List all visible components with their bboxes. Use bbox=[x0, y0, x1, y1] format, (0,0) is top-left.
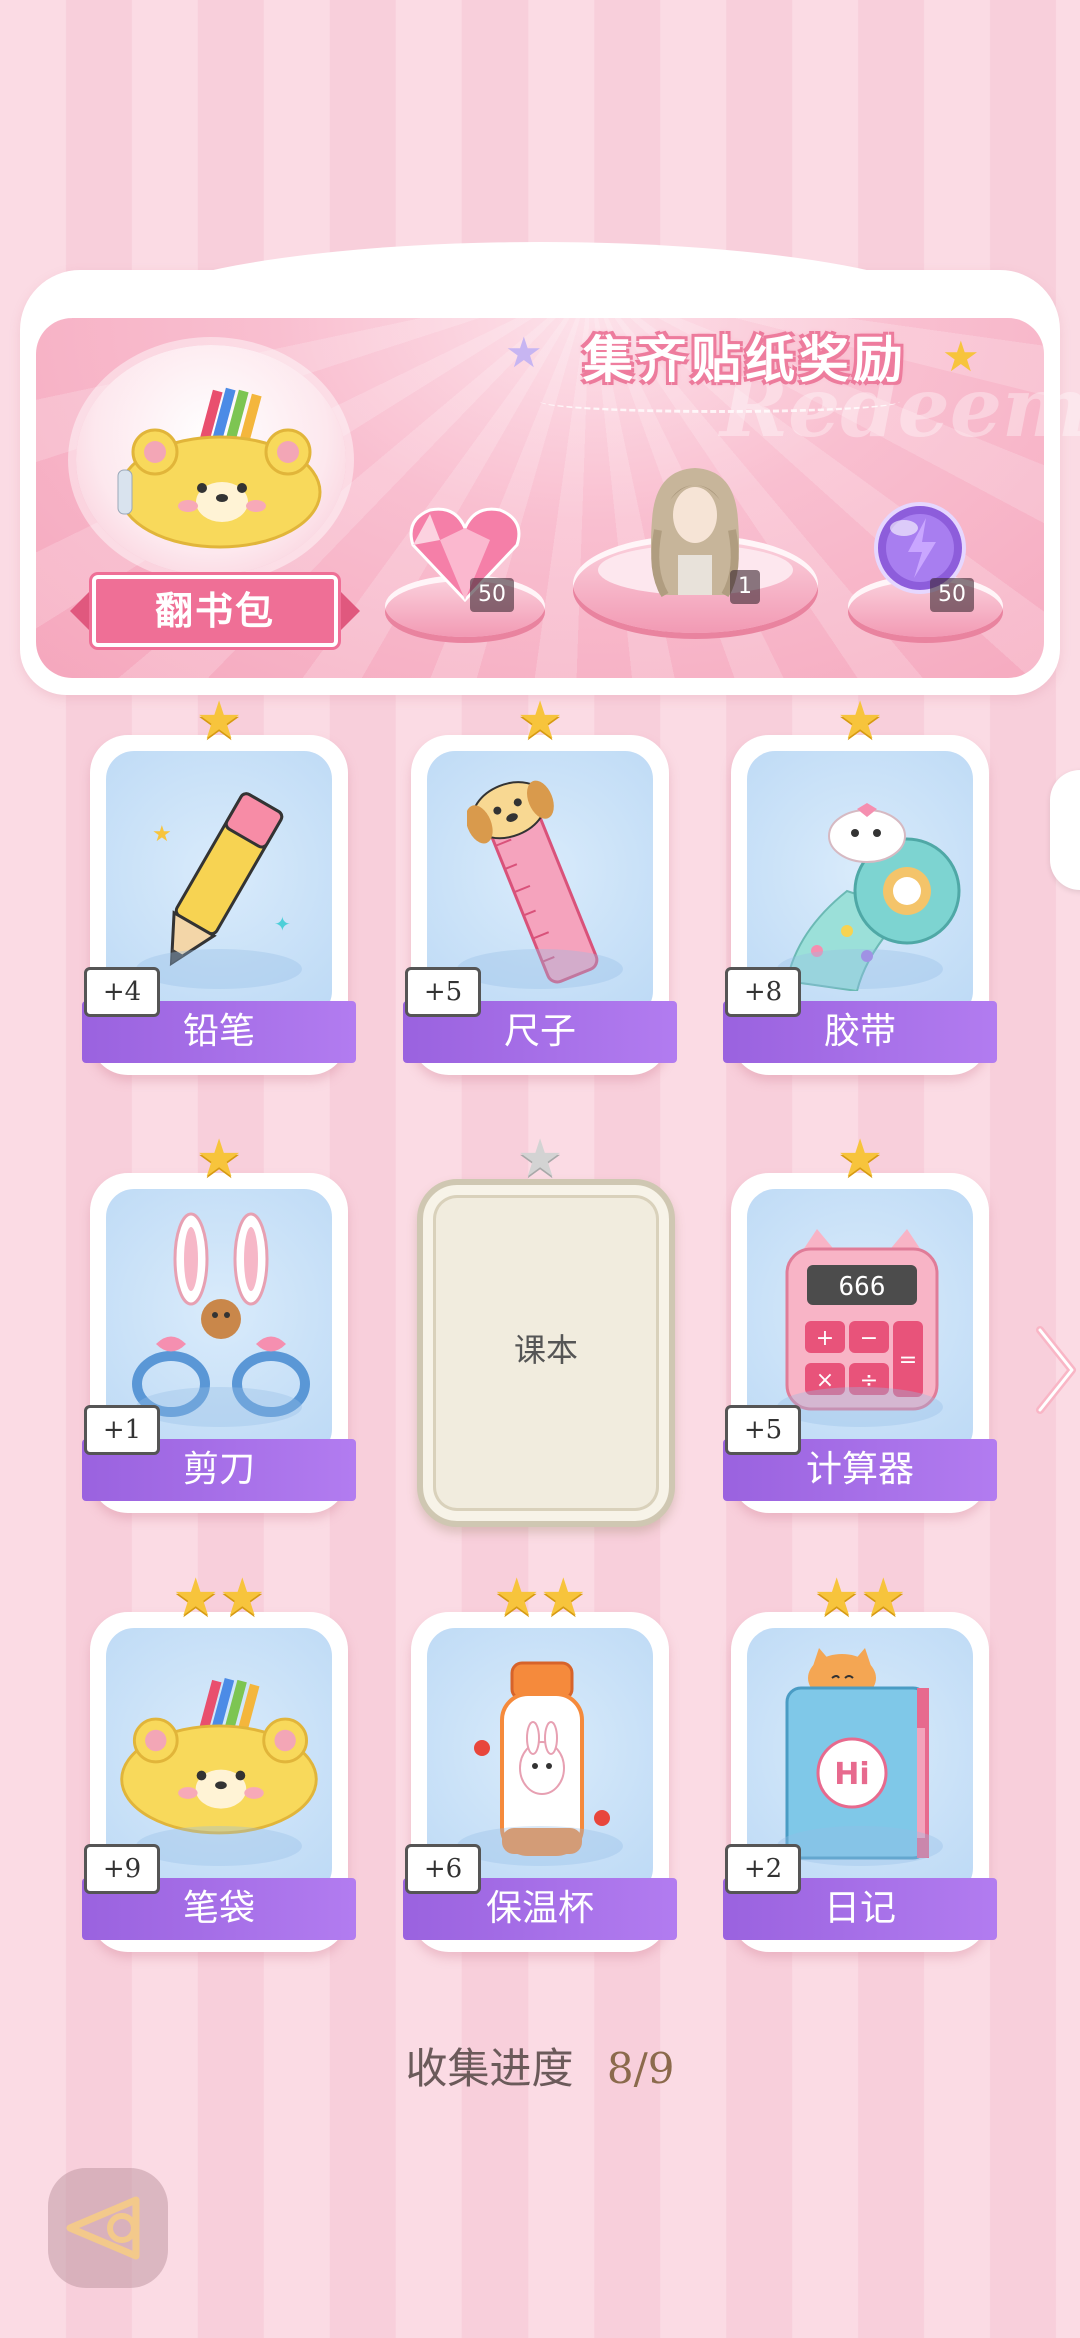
calculator-icon: 666 + − × ÷ = bbox=[785, 1229, 939, 1411]
svg-text:×: × bbox=[816, 1368, 834, 1393]
svg-text:✦: ✦ bbox=[274, 912, 291, 936]
back-arrow-icon bbox=[66, 2196, 140, 2260]
collection-progress: 收集进度 8/9 bbox=[0, 2035, 1080, 2096]
card-rating-stars: ★ bbox=[836, 1129, 884, 1189]
sticker-card[interactable]: ★ +8 胶带 bbox=[723, 695, 997, 1075]
card-rating-stars: ★ bbox=[516, 1129, 564, 1189]
progress-value: 8/9 bbox=[606, 2044, 675, 2093]
banner-title: 集齐贴纸奖励 bbox=[583, 331, 907, 389]
yellow-star-icon: ★ bbox=[942, 332, 980, 381]
card-rating-stars: ★ bbox=[836, 691, 884, 751]
card-bonus-badge: +8 bbox=[725, 967, 801, 1017]
card-rating-stars: ★ bbox=[516, 691, 564, 751]
card-bonus-badge: +1 bbox=[84, 1405, 160, 1455]
pencil-case-icon bbox=[120, 1677, 318, 1835]
card-rating-stars: ★★ bbox=[813, 1568, 907, 1628]
next-page-chevron-icon[interactable] bbox=[1030, 1315, 1080, 1425]
thermos-icon bbox=[474, 1661, 610, 1856]
tape-icon bbox=[785, 803, 961, 991]
card-bonus-badge: +5 bbox=[405, 967, 481, 1017]
reward-count-badge: 50 bbox=[930, 578, 974, 612]
pencil-icon: ★ ✦ bbox=[152, 792, 291, 967]
card-bonus-badge: +2 bbox=[725, 1844, 801, 1894]
svg-text:−: − bbox=[860, 1326, 878, 1351]
sticker-card[interactable]: ★★ +9 笔袋 bbox=[82, 1572, 356, 1952]
svg-text:+: + bbox=[816, 1326, 834, 1351]
locked-card-back: 课本 bbox=[417, 1179, 675, 1527]
sticker-card[interactable]: ★ ✦ ★ +4 铅笔 bbox=[82, 695, 356, 1075]
sticker-card[interactable]: ★ +1 剪刀 bbox=[82, 1133, 356, 1513]
card-bonus-badge: +6 bbox=[405, 1844, 481, 1894]
card-rating-stars: ★★ bbox=[493, 1568, 587, 1628]
locked-card-label: 课本 bbox=[513, 1331, 578, 1369]
svg-text:Hi: Hi bbox=[834, 1757, 869, 1792]
open-bag-button[interactable]: 翻书包 bbox=[70, 575, 360, 647]
diary-icon: Hi bbox=[785, 1648, 929, 1860]
card-rating-stars: ★ bbox=[195, 1129, 243, 1189]
svg-text:=: = bbox=[899, 1348, 917, 1373]
reward-count-badge: 50 bbox=[470, 578, 514, 612]
card-bonus-badge: +9 bbox=[84, 1844, 160, 1894]
reward-count-badge: 1 bbox=[730, 570, 760, 604]
back-button[interactable] bbox=[48, 2168, 168, 2288]
card-bonus-badge: +4 bbox=[84, 967, 160, 1017]
svg-text:666: 666 bbox=[839, 1272, 886, 1302]
sticker-card[interactable]: ★★ +6 保温杯 bbox=[403, 1572, 677, 1952]
sticker-card[interactable]: 666 + − × ÷ = ★ +5 计算器 bbox=[723, 1133, 997, 1513]
progress-label: 收集进度 bbox=[405, 2044, 574, 2093]
pencil-case-icon bbox=[117, 387, 322, 549]
scissors-icon bbox=[132, 1212, 310, 1417]
locked-sticker-card[interactable]: 课本 ★ bbox=[411, 1133, 675, 1527]
purple-star-icon: ★ bbox=[505, 328, 543, 377]
card-rating-stars: ★★ bbox=[172, 1568, 266, 1628]
side-panel-tab[interactable] bbox=[1050, 770, 1080, 890]
open-bag-label: 翻书包 bbox=[154, 589, 275, 633]
svg-text:÷: ÷ bbox=[860, 1368, 878, 1393]
card-rating-stars: ★ bbox=[195, 691, 243, 751]
banner-title-underline bbox=[540, 390, 900, 413]
card-bonus-badge: +5 bbox=[725, 1405, 801, 1455]
sticker-card[interactable]: ★ +5 尺子 bbox=[403, 695, 677, 1075]
ruler-icon bbox=[467, 780, 599, 984]
svg-text:★: ★ bbox=[152, 822, 172, 847]
sticker-card[interactable]: Hi ★★ +2 日记 bbox=[723, 1572, 997, 1952]
